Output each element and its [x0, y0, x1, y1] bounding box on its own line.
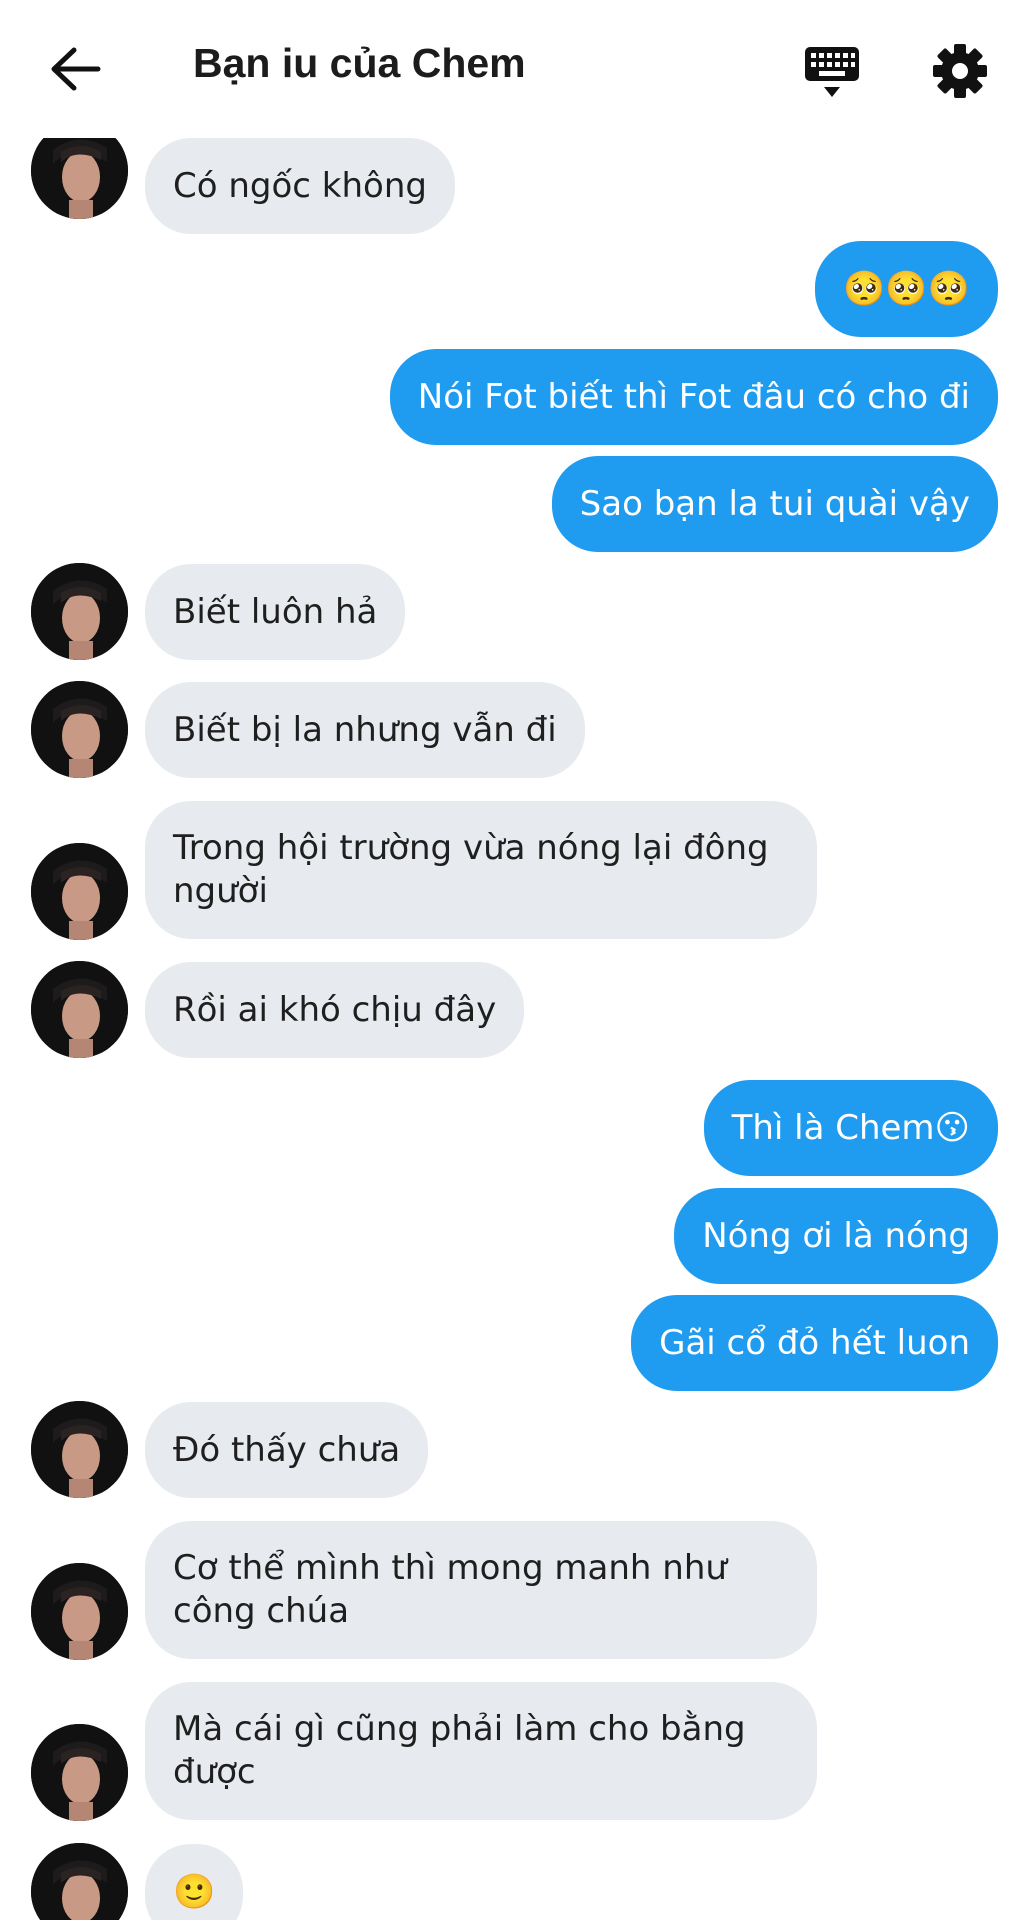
settings-button[interactable]	[925, 36, 995, 106]
received-message-bubble[interactable]: Cơ thể mình thì mong manh như công chúa	[145, 1521, 817, 1659]
chat-header: Bạn iu của Chem	[0, 0, 1026, 138]
received-message-bubble[interactable]: Rồi ai khó chịu đây	[145, 962, 525, 1058]
sent-message-bubble[interactable]: 🥺🥺🥺	[814, 241, 998, 337]
contact-avatar[interactable]	[31, 1563, 128, 1660]
received-message-bubble[interactable]: Biết bị la nhưng vẫn đi	[145, 682, 585, 778]
gear-icon	[933, 44, 987, 98]
contact-avatar[interactable]	[31, 1843, 128, 1920]
keyboard-icon	[805, 47, 859, 97]
arrow-left-icon	[51, 47, 101, 91]
contact-avatar[interactable]	[31, 681, 128, 778]
received-message-bubble[interactable]: Mà cái gì cũng phải làm cho bằng được	[145, 1682, 817, 1820]
contact-avatar[interactable]	[31, 961, 128, 1058]
sent-message-bubble[interactable]: Nói Fot biết thì Fot đâu có cho đi	[389, 349, 998, 445]
sent-message-bubble[interactable]: Thì là Chem😗	[703, 1080, 998, 1176]
keyboard-button[interactable]	[796, 36, 868, 106]
back-button[interactable]	[40, 34, 110, 104]
message-thread[interactable]: Có ngốc không 🥺🥺🥺 Nói Fot biết thì Fot đ…	[0, 0, 1026, 1920]
received-message-bubble[interactable]: Biết luôn hả	[145, 564, 406, 660]
conversation-title: Bạn iu của Chem	[193, 40, 526, 86]
contact-avatar[interactable]	[31, 1401, 128, 1498]
received-message-bubble[interactable]: Trong hội trường vừa nóng lại đông người	[145, 801, 817, 939]
sent-message-bubble[interactable]: Sao bạn la tui quài vậy	[551, 456, 998, 552]
received-message-bubble[interactable]: Có ngốc không	[145, 138, 455, 234]
contact-avatar[interactable]	[31, 1724, 128, 1821]
received-message-bubble[interactable]: Đó thấy chưa	[145, 1402, 429, 1498]
contact-avatar[interactable]	[31, 843, 128, 940]
contact-avatar[interactable]	[31, 563, 128, 660]
received-message-bubble[interactable]: 🙂	[145, 1844, 244, 1920]
sent-message-bubble[interactable]: Gãi cổ đỏ hết luon	[631, 1295, 998, 1391]
sent-message-bubble[interactable]: Nóng ơi là nóng	[674, 1188, 998, 1284]
